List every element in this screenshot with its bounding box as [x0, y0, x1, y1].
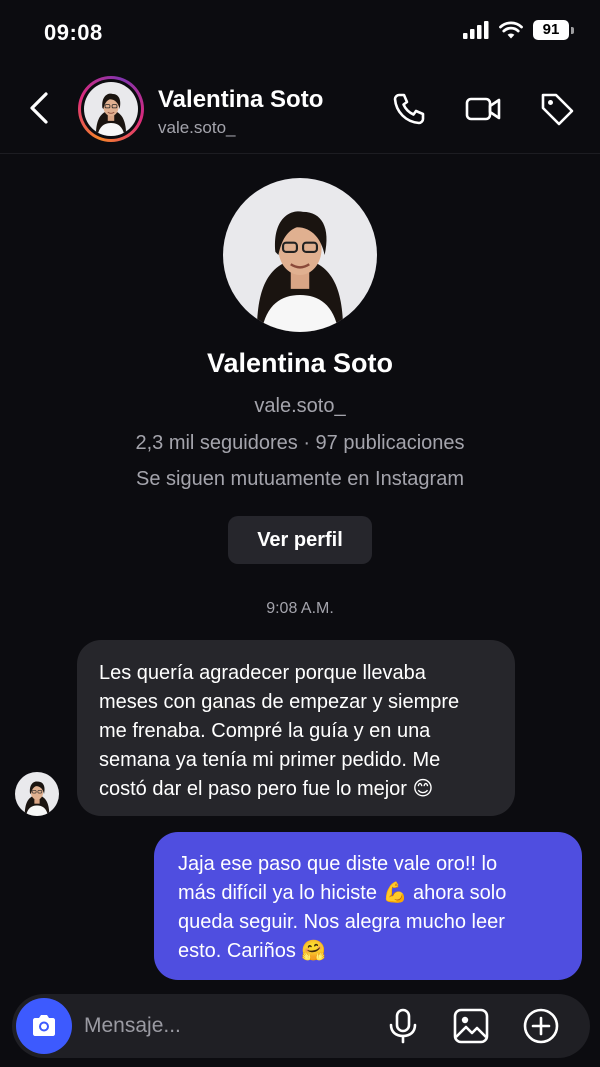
message-line: semana ya tenía mi primer pedido. Me — [99, 749, 441, 771]
status-time: 09:08 — [44, 20, 103, 45]
mutual-follow-note: Se siguen mutuamente en Instagram — [136, 468, 464, 490]
message-line: meses con ganas de empezar y siempre — [99, 691, 460, 713]
image-icon[interactable] — [452, 1007, 490, 1045]
message-line: esto. Cariños 🤗 — [178, 940, 327, 962]
message-line: costó dar el paso pero fue lo mejor 😊 — [99, 778, 434, 800]
video-camera-icon[interactable] — [464, 90, 502, 128]
avatar-photo — [223, 178, 377, 332]
wifi-icon — [499, 21, 523, 39]
profile-name: Valentina Soto — [206, 348, 394, 378]
chevron-left-icon[interactable] — [24, 90, 56, 126]
outgoing-message-bubble[interactable]: Jaja ese paso que diste vale oro!! lo má… — [154, 832, 582, 980]
profile-handle: vale.soto_ — [254, 395, 346, 417]
message-line: me frenaba. Compré la guía y en una — [99, 720, 431, 742]
header-contact-handle: vale.soto_ — [158, 118, 236, 137]
avatar-photo — [15, 772, 59, 816]
status-indicators: 91 — [463, 20, 574, 40]
phone-icon[interactable] — [390, 90, 428, 128]
message-line: Les quería agradecer porque llevaba — [99, 662, 426, 684]
message-timestamp: 9:08 A.M. — [266, 600, 334, 617]
avatar-photo — [84, 82, 138, 136]
camera-button[interactable] — [16, 998, 72, 1054]
message-composer — [12, 994, 590, 1058]
incoming-message-bubble[interactable]: Les quería agradecer porque llevaba mese… — [77, 640, 515, 816]
battery-icon: 91 — [533, 20, 574, 40]
chat-header: Valentina Soto vale.soto_ — [0, 64, 600, 154]
message-line: queda seguir. Nos alegra mucho leer — [178, 911, 505, 933]
profile-avatar[interactable] — [223, 178, 377, 332]
tag-icon[interactable] — [538, 90, 576, 128]
battery-level: 91 — [533, 20, 569, 40]
view-profile-button[interactable]: Ver perfil — [228, 516, 372, 564]
header-avatar[interactable] — [78, 76, 144, 142]
profile-stats: 2,3 mil seguidores · 97 publicaciones — [135, 432, 465, 454]
sender-avatar[interactable] — [15, 772, 59, 816]
microphone-icon[interactable] — [384, 1007, 422, 1045]
plus-circle-icon[interactable] — [522, 1007, 560, 1045]
header-contact-name[interactable]: Valentina Soto — [158, 86, 323, 114]
signal-icon — [463, 21, 489, 39]
message-line: Jaja ese paso que diste vale oro!! lo — [178, 853, 498, 875]
camera-icon — [33, 1015, 55, 1036]
status-bar: 09:08 91 — [0, 0, 600, 64]
message-input[interactable] — [84, 1012, 364, 1040]
message-line: más difícil ya lo hiciste 💪 ahora solo — [178, 882, 507, 904]
